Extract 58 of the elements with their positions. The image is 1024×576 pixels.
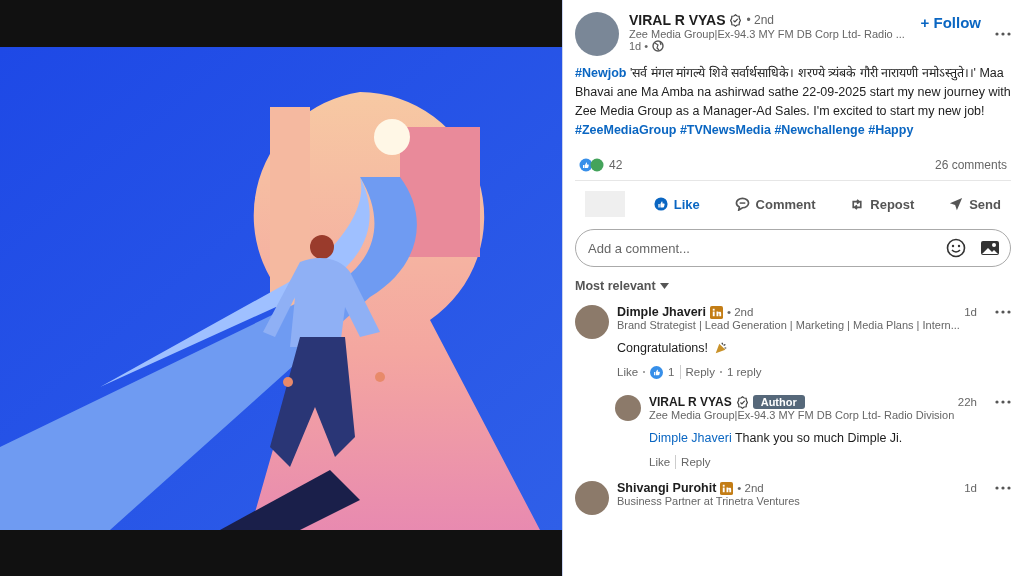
reply-link[interactable]: Reply — [681, 456, 711, 468]
commenter-name[interactable]: Dimple Jhaveri — [617, 305, 706, 319]
emoji-icon[interactable] — [946, 238, 966, 258]
comment-time: 22h — [957, 396, 977, 408]
hashtag-link[interactable]: #Newjob — [575, 66, 627, 80]
reactions-count[interactable]: 42 — [609, 158, 623, 172]
caret-icon — [659, 283, 669, 289]
reply-link[interactable]: Reply — [685, 366, 715, 378]
comment-icon — [734, 197, 750, 211]
connection-degree: • 2nd — [737, 482, 764, 494]
post-time: 1d • — [629, 40, 649, 52]
reactions-icon — [579, 158, 605, 172]
repost-icon — [850, 196, 865, 212]
send-icon — [949, 197, 964, 211]
author-name[interactable]: VIRAL R VYAS — [629, 12, 726, 28]
comment-time: 1d — [964, 482, 977, 494]
comment-text: Congratulations! — [617, 341, 1011, 355]
author-headline: Zee Media Group|Ex-94.3 MY FM DB Corp Ltd- Radio ... — [629, 28, 906, 40]
like-count: 1 — [668, 366, 675, 378]
globe-icon — [652, 40, 665, 52]
comments-count[interactable]: 26 comments — [934, 158, 1007, 172]
follow-button[interactable]: + Follow — [916, 12, 985, 33]
more-icon[interactable] — [995, 310, 1011, 314]
avatar[interactable] — [575, 305, 609, 339]
comment-input[interactable]: Add a comment... — [586, 239, 932, 257]
avatar[interactable] — [615, 395, 641, 421]
hashtag-link[interactable]: #ZeeMediaGroup — [575, 123, 677, 137]
image-icon[interactable] — [980, 240, 1000, 256]
more-icon[interactable] — [995, 486, 1011, 490]
comment-text: Dimple Jhaveri Thank you so much Dimple Ji. — [649, 431, 904, 445]
commenter-headline: Zee Media Group|Ex-94.3 MY FM DB Corp Ltd- Radio Division — [649, 409, 956, 421]
more-icon[interactable] — [995, 32, 1011, 36]
comment-button[interactable]: Comment — [728, 192, 822, 216]
like-button[interactable]: Like — [647, 192, 706, 216]
hashtag-link[interactable]: #TVNewsMedia — [676, 123, 771, 137]
commenter-name[interactable]: Shivangi Purohit — [617, 481, 717, 495]
avatar[interactable] — [575, 12, 619, 56]
like-link[interactable]: Like — [649, 456, 671, 468]
repost-button[interactable]: Repost — [844, 192, 921, 216]
comment-time: 1d — [964, 306, 977, 318]
commenter-name[interactable]: VIRAL R VYAS — [649, 395, 732, 409]
post-text: #Newjob 'सर्व मंगल मांगल्ये शिवे सर्वार्थसाधिके। शरण्ये त्र्यंबके गौरी नारायणी नमोऽस्तुते।।' Maa Bhavai ane Ma Amba na ashirwad sathe 22-09-2025 start my new journey with Zee Media Group as a Manager-Ad Sales. I'm excited to start my new job! #ZeeMediaGroup #TVNewsMedia #Newchallenge #Happy — [575, 64, 1011, 139]
avatar[interactable] — [575, 481, 609, 515]
commenter-headline: Business Partner at Trinetra Ventures — [617, 495, 801, 507]
mention-link[interactable]: Dimple Jhaveri — [649, 431, 732, 445]
like-link[interactable]: Like — [617, 366, 639, 378]
connection-degree: • 2nd — [726, 306, 754, 318]
commenter-headline: Brand Strategist | Lead Generation | Marketing | Media Plans | Intern... — [617, 319, 961, 331]
sort-dropdown[interactable]: Most relevant — [575, 279, 669, 293]
author-badge: Author — [752, 395, 805, 409]
hashtag-link[interactable]: #Newchallenge — [770, 123, 865, 137]
hashtag-link[interactable]: #Happy — [864, 123, 914, 137]
thumbs-up-icon — [650, 365, 664, 379]
replies-link[interactable]: 1 reply — [726, 366, 762, 378]
more-icon[interactable] — [995, 400, 1011, 404]
connection-degree: • 2nd — [746, 13, 775, 27]
send-button[interactable]: Send — [943, 192, 1007, 216]
thumbs-up-icon — [653, 197, 668, 211]
